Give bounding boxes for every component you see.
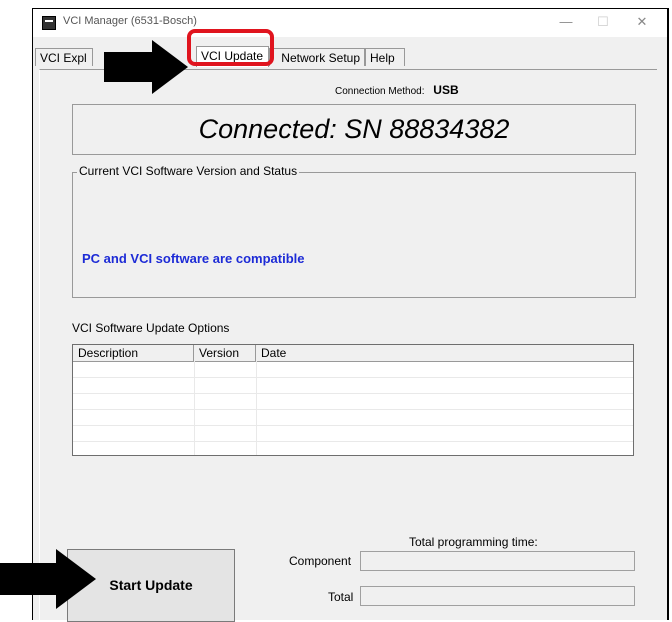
arrow-to-update-tab-icon xyxy=(104,40,188,94)
list-header: Description Version Date xyxy=(73,345,633,362)
software-status-group: Current VCI Software Version and Status … xyxy=(72,164,636,298)
total-programming-time-label: Total programming time: xyxy=(409,535,538,549)
total-label: Total xyxy=(328,590,354,604)
arrow-to-start-button-icon xyxy=(0,549,96,609)
update-options-label: VCI Software Update Options xyxy=(72,321,230,335)
title-bar: VCI Manager (6531-Bosch) — ☐ ✕ xyxy=(33,9,667,37)
app-icon xyxy=(42,16,56,30)
row-divider xyxy=(73,425,633,426)
row-divider xyxy=(73,441,633,442)
connection-method-value: USB xyxy=(433,83,459,97)
compatibility-message: PC and VCI software are compatible xyxy=(82,251,305,266)
connection-method-label: Connection Method: xyxy=(335,86,425,97)
connection-method: Connection Method: USB xyxy=(335,83,459,97)
total-progress-field xyxy=(360,586,635,606)
row-divider xyxy=(73,377,633,378)
vci-manager-window: VCI Manager (6531-Bosch) — ☐ ✕ VCI Expl … xyxy=(32,8,669,622)
update-options-list[interactable]: Description Version Date xyxy=(72,344,634,456)
component-label: Component xyxy=(289,554,352,568)
connection-status: Connected: SN 88834382 xyxy=(72,104,636,155)
tab-highlight-box xyxy=(187,29,274,66)
column-header-version[interactable]: Version xyxy=(194,345,256,361)
maximize-icon[interactable]: ☐ xyxy=(590,13,616,31)
tab-vci-explorer[interactable]: VCI Expl xyxy=(35,48,93,66)
row-divider xyxy=(73,409,633,410)
column-divider xyxy=(256,361,257,455)
row-divider xyxy=(73,393,633,394)
close-icon[interactable]: ✕ xyxy=(629,13,655,31)
window-title: VCI Manager (6531-Bosch) xyxy=(63,15,197,27)
component-progress-field xyxy=(360,551,635,571)
software-status-legend: Current VCI Software Version and Status xyxy=(77,164,300,178)
minimize-icon[interactable]: — xyxy=(553,13,579,31)
column-header-description[interactable]: Description xyxy=(73,345,194,361)
tab-help[interactable]: Help xyxy=(365,48,405,66)
tab-network-setup[interactable]: Network Setup xyxy=(269,48,365,66)
column-divider xyxy=(194,361,195,455)
column-header-date[interactable]: Date xyxy=(256,345,633,361)
